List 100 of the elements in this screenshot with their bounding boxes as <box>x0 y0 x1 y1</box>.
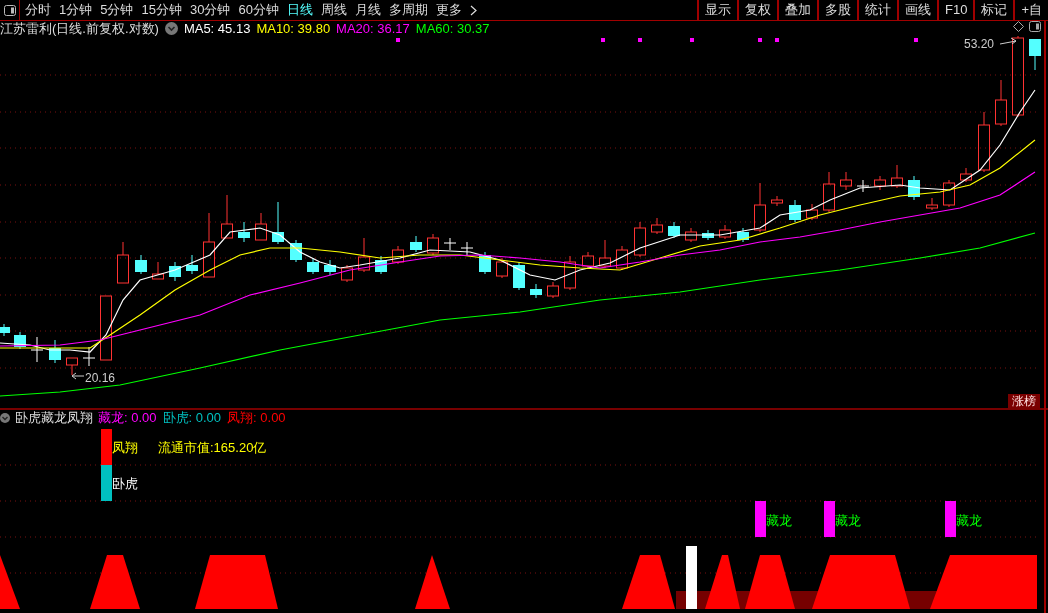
candlestick <box>358 237 370 273</box>
toolbar-button[interactable]: 叠加 <box>777 0 817 20</box>
period-tab[interactable]: 30分钟 <box>189 0 231 20</box>
candlestick <box>82 346 96 367</box>
toolbar-button[interactable]: 显示 <box>697 0 737 20</box>
signal-area <box>90 555 140 609</box>
signal-area <box>415 555 450 609</box>
candlestick <box>908 175 920 201</box>
stock-title: 江苏雷利(日线.前复权.对数) <box>0 21 159 36</box>
leader-line <box>999 37 1017 45</box>
candlestick <box>307 257 319 275</box>
candlestick <box>30 336 44 363</box>
low-price-label: 20.16 <box>85 370 116 387</box>
candlestick <box>169 261 181 282</box>
toolbar-button[interactable]: +自 <box>1013 0 1048 20</box>
candlestick <box>186 254 198 275</box>
candlestick <box>719 224 731 240</box>
toolbar-button[interactable]: F10 <box>937 0 974 20</box>
candlestick <box>203 212 215 278</box>
candlestick <box>341 264 353 283</box>
rank-badge[interactable]: 涨榜 <box>1008 394 1040 409</box>
candlestick <box>496 257 508 279</box>
moving-average-value: MA5: 45.13 <box>183 21 251 36</box>
candlestick <box>754 182 766 233</box>
signal-label: 藏龙 <box>835 512 861 530</box>
indicator-value: 卧虎: 0.00 <box>162 409 222 428</box>
candlestick <box>564 255 576 291</box>
candlestick <box>272 201 284 245</box>
high-price-label: 53.20 <box>964 36 995 53</box>
toolbar-button[interactable]: 多股 <box>817 0 857 20</box>
more-menu[interactable]: 更多 <box>435 0 462 20</box>
panel-toggle-icon[interactable] <box>3 4 16 16</box>
signal-bar <box>686 546 697 609</box>
period-tab[interactable]: 多周期 <box>388 0 428 20</box>
candlestick <box>978 111 990 173</box>
candlestick <box>685 227 697 243</box>
candlestick <box>238 221 250 243</box>
candlestick <box>702 229 714 241</box>
candlestick <box>427 233 439 256</box>
moving-average-value: MA10: 39.80 <box>256 21 331 36</box>
signal-label: 藏龙 <box>766 512 792 530</box>
period-tab[interactable]: 日线 <box>286 0 313 20</box>
candlestick <box>410 235 422 253</box>
period-tab[interactable]: 5分钟 <box>100 0 134 20</box>
leader-line <box>71 372 85 380</box>
candlestick <box>651 217 663 235</box>
candlestick <box>926 197 938 211</box>
dropdown-icon[interactable] <box>0 413 10 423</box>
chevron-right-icon[interactable] <box>469 4 477 16</box>
candlestick <box>737 227 749 243</box>
candlestick <box>0 323 10 337</box>
candlestick <box>460 241 474 257</box>
indicator-value: 藏龙: 0.00 <box>98 409 157 428</box>
toolbar-button[interactable]: 画线 <box>897 0 937 20</box>
candlestick <box>530 283 542 299</box>
candlestick <box>582 251 594 269</box>
candlestick <box>547 281 559 299</box>
dropdown-icon[interactable] <box>164 22 178 35</box>
candlestick <box>874 175 886 191</box>
diamond-icon[interactable] <box>1013 21 1024 32</box>
candlestick <box>392 245 404 265</box>
candlestick <box>856 179 870 193</box>
period-tab[interactable]: 15分钟 <box>141 0 182 20</box>
candlestick <box>634 221 646 258</box>
candlestick <box>117 241 129 284</box>
candlestick <box>1029 38 1041 71</box>
indicator-value: 凤翔: 0.00 <box>227 409 286 428</box>
candlestick <box>891 164 903 189</box>
candlestick <box>823 171 835 213</box>
candlestick <box>840 171 852 191</box>
candlestick <box>152 261 164 280</box>
candlestick <box>14 331 26 350</box>
period-tab[interactable]: 60分钟 <box>238 0 279 20</box>
signal-area <box>745 555 795 609</box>
period-tab[interactable]: 分时 <box>25 0 51 20</box>
candlestick <box>599 239 611 269</box>
candlestick <box>100 295 112 361</box>
candlestick <box>943 179 955 208</box>
signal-bar <box>755 501 766 537</box>
toolbar-button[interactable]: 标记 <box>973 0 1014 20</box>
candlestick <box>995 79 1007 127</box>
signal-label: 凤翔 <box>112 439 138 457</box>
candlestick <box>668 221 680 239</box>
toolbar-button[interactable]: 统计 <box>857 0 897 20</box>
candlestick <box>960 167 972 183</box>
panel-toggle-icon[interactable] <box>1029 21 1041 32</box>
candlestick <box>443 237 457 251</box>
candlestick <box>221 194 233 239</box>
candlestick <box>806 203 818 221</box>
signal-label: 卧虎 <box>112 475 138 493</box>
signal-label: 藏龙 <box>956 512 982 530</box>
candlestick <box>616 245 628 271</box>
moving-average-value: MA20: 36.17 <box>336 21 410 36</box>
period-tab[interactable]: 月线 <box>354 0 381 20</box>
toolbar-button[interactable]: 复权 <box>737 0 777 20</box>
candlestick <box>135 254 147 275</box>
candlestick <box>255 212 267 241</box>
period-tab[interactable]: 周线 <box>320 0 347 20</box>
period-tab[interactable]: 1分钟 <box>59 0 93 20</box>
signal-area <box>705 555 740 609</box>
